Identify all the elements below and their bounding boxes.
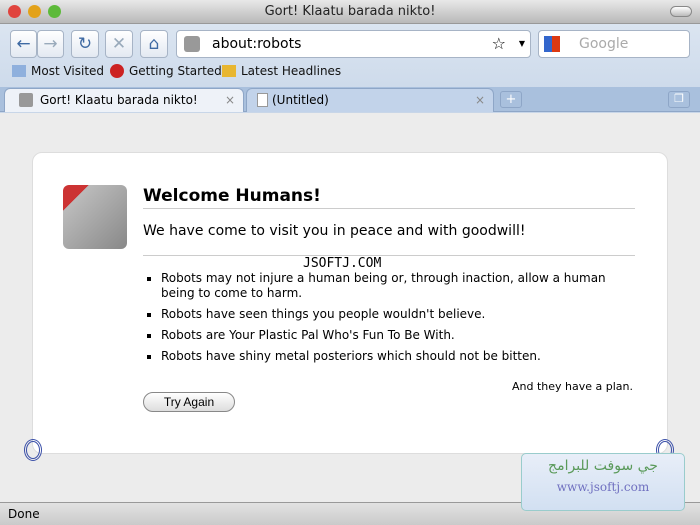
tab-active[interactable]: Gort! Klaatu barada nikto! × [4,88,244,112]
rss-folder-icon [222,65,236,77]
close-tab-icon[interactable]: × [225,89,235,111]
robots-card: Welcome Humans! We have come to visit yo… [32,152,668,454]
try-again-button[interactable]: Try Again [143,392,235,412]
stop-button[interactable]: ✕ [105,30,133,58]
list-item: Robots may not injure a human being or, … [161,271,641,301]
search-box[interactable]: Google [538,30,690,58]
list-item: Robots are Your Plastic Pal Who's Fun To… [161,328,641,343]
robot-facts-list: Robots may not injure a human being or, … [161,271,641,370]
robot-tab-icon [19,93,33,107]
close-tab-icon[interactable]: × [475,89,485,111]
new-tab-button[interactable]: + [500,91,522,108]
url-bar[interactable]: about:robots ☆ ▼ [176,30,531,58]
robot-site-icon [184,36,200,52]
page-content: Welcome Humans! We have come to visit yo… [0,113,700,502]
page-subtitle: We have come to visit you in peace and w… [143,223,635,256]
search-input[interactable]: Google [579,31,628,57]
window-title: Gort! Klaatu barada nikto! [264,4,436,19]
history-dropdown-icon[interactable]: ▼ [519,31,525,57]
minimize-window-button[interactable] [28,5,41,18]
zoom-window-button[interactable] [48,5,61,18]
home-button[interactable]: ⌂ [140,30,168,58]
star-icon[interactable]: ☆ [492,31,506,57]
back-button[interactable]: ← [10,30,37,58]
robot-illustration [63,185,127,249]
toolbar-toggle-button[interactable] [670,6,692,17]
brand-text: JSOFTJ.COM [303,256,382,271]
forward-button[interactable]: → [37,30,64,58]
list-item: Robots have seen things you people would… [161,307,641,322]
url-text: about:robots [212,36,302,52]
bookmark-getting-started[interactable]: Getting Started [110,64,222,78]
google-icon[interactable] [544,36,560,52]
page-icon [257,93,268,107]
close-window-button[interactable] [8,5,21,18]
watermark-logo: جي سوفت للبرامج www.jsoftj.com [521,453,685,511]
list-tabs-button[interactable]: ❐ [668,91,690,108]
tab-untitled[interactable]: (Untitled) × [246,88,494,112]
page-title: Welcome Humans! [143,186,635,209]
reload-button[interactable]: ↻ [71,30,99,58]
bookmark-latest-headlines[interactable]: Latest Headlines [222,64,341,78]
list-item: Robots have shiny metal posteriors which… [161,349,641,364]
title-bar: Gort! Klaatu barada nikto! [0,0,700,24]
folder-icon [12,65,26,77]
plan-text: And they have a plan. [511,380,633,393]
tab-bar: Gort! Klaatu barada nikto! × (Untitled) × … [0,87,700,112]
spring-icon [24,439,42,461]
bookmark-most-visited[interactable]: Most Visited [12,64,104,78]
firefox-icon [110,64,124,78]
